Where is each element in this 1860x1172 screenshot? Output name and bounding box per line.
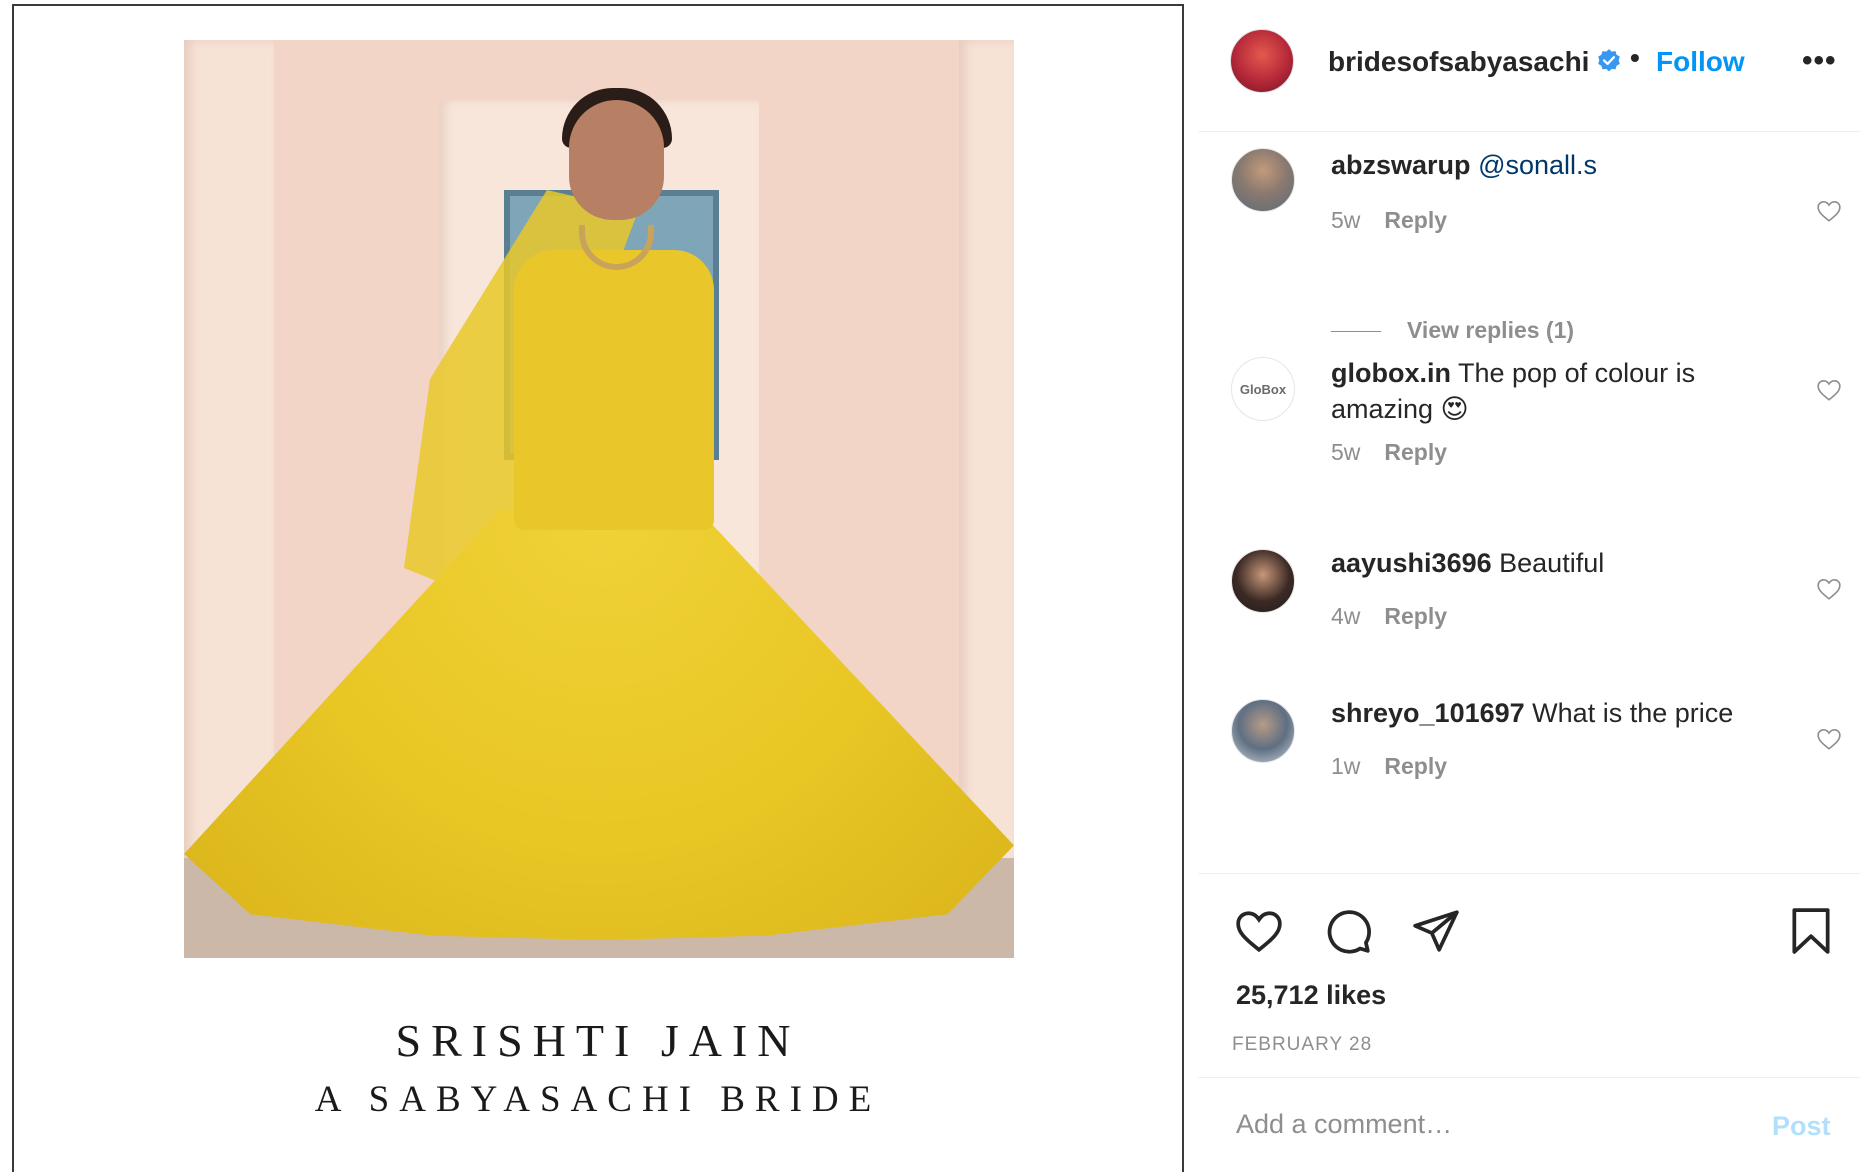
comment-meta: 5w Reply xyxy=(1331,207,1447,234)
add-comment-bar: Post xyxy=(1198,1077,1860,1172)
header-separator: • xyxy=(1630,42,1640,73)
comment-age: 5w xyxy=(1331,207,1361,233)
more-options-icon[interactable]: ••• xyxy=(1802,44,1837,78)
like-count[interactable]: 25,712 likes xyxy=(1236,980,1386,1011)
post-image-panel: SRISHTI JAIN A SABYASACHI BRIDE xyxy=(12,4,1184,1172)
commenter-avatar[interactable] xyxy=(1231,549,1295,613)
bride-face xyxy=(569,100,664,220)
author-avatar[interactable] xyxy=(1230,29,1294,93)
comment-heart-icon[interactable] xyxy=(1816,576,1842,602)
post-caption-subtitle: A SABYASACHI BRIDE xyxy=(314,1079,882,1120)
comment-age: 5w xyxy=(1331,439,1361,465)
add-comment-input[interactable] xyxy=(1236,1102,1716,1146)
post-header: bridesofsabyasachi • Follow ••• xyxy=(1198,0,1860,132)
view-replies-button[interactable]: View replies (1) xyxy=(1331,317,1574,344)
commenter-avatar[interactable] xyxy=(1231,699,1295,763)
reply-button[interactable]: Reply xyxy=(1384,439,1447,465)
comment-meta: 5w Reply xyxy=(1331,439,1447,466)
post-date: FEBRUARY 28 xyxy=(1232,1034,1373,1055)
comment-meta: 4w Reply xyxy=(1331,603,1447,630)
follow-button[interactable]: Follow xyxy=(1656,46,1745,78)
comment-body: What is the price xyxy=(1532,698,1734,728)
verified-badge-icon xyxy=(1598,49,1620,72)
comment-text: aayushi3696 Beautiful xyxy=(1331,545,1771,581)
comment-heart-icon[interactable] xyxy=(1816,377,1842,403)
paper-plane-icon[interactable] xyxy=(1411,906,1461,956)
view-replies-label: View replies (1) xyxy=(1407,317,1575,343)
commenter-avatar[interactable] xyxy=(1231,148,1295,212)
commenter-username[interactable]: abzswarup xyxy=(1331,150,1471,180)
comment-age: 1w xyxy=(1331,753,1361,779)
comment-age: 4w xyxy=(1331,603,1361,629)
commenter-username[interactable]: globox.in xyxy=(1331,358,1451,388)
heart-icon[interactable] xyxy=(1234,906,1284,956)
bride-lehenga-skirt xyxy=(184,510,1014,940)
post-photo xyxy=(184,40,1014,958)
bookmark-icon[interactable] xyxy=(1786,906,1836,956)
bride-blouse xyxy=(514,250,714,530)
comment-text: globox.in The pop of colour is amazing 😍 xyxy=(1331,355,1771,427)
author-username[interactable]: bridesofsabyasachi xyxy=(1328,46,1589,78)
comments-list: abzswarup @sonall.s 5w Reply View replies… xyxy=(1198,133,1860,873)
comment-bubble-icon[interactable] xyxy=(1323,906,1373,956)
comment-text: shreyo_101697 What is the price xyxy=(1331,695,1771,731)
comment-meta: 1w Reply xyxy=(1331,753,1447,780)
post-actions: 25,712 likes FEBRUARY 28 xyxy=(1198,873,1860,1077)
post-sidebar: bridesofsabyasachi • Follow ••• abzswaru… xyxy=(1198,0,1860,1172)
replies-divider xyxy=(1331,331,1381,333)
comment-heart-icon[interactable] xyxy=(1816,726,1842,752)
comment-heart-icon[interactable] xyxy=(1816,198,1842,224)
comment-mention[interactable]: @sonall.s xyxy=(1478,150,1597,180)
reply-button[interactable]: Reply xyxy=(1384,603,1447,629)
reply-button[interactable]: Reply xyxy=(1384,207,1447,233)
globox-logo-text: GloBox xyxy=(1239,381,1287,397)
comment-text: abzswarup @sonall.s xyxy=(1331,147,1771,183)
reply-button[interactable]: Reply xyxy=(1384,753,1447,779)
commenter-avatar[interactable]: GloBox xyxy=(1231,357,1295,421)
comment-body: Beautiful xyxy=(1499,548,1605,578)
post-comment-button[interactable]: Post xyxy=(1772,1111,1831,1142)
commenter-username[interactable]: aayushi3696 xyxy=(1331,548,1492,578)
commenter-username[interactable]: shreyo_101697 xyxy=(1331,698,1525,728)
post-caption-name: SRISHTI JAIN xyxy=(395,1015,801,1066)
